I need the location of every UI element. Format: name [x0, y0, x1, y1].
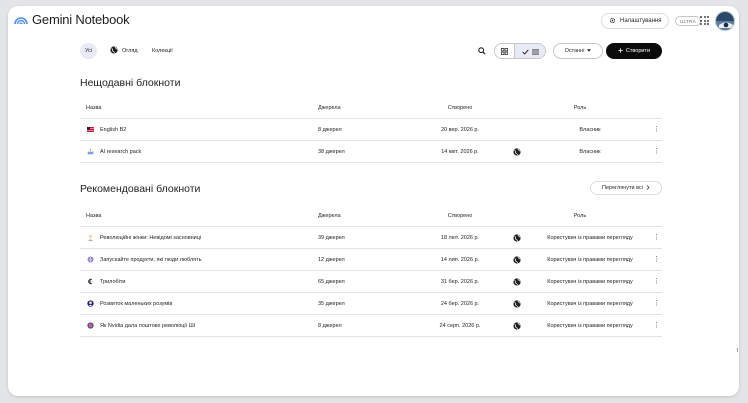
scrollbar-thumb[interactable] — [737, 348, 738, 352]
notebook-role: Користувач із правами перегляду — [547, 234, 633, 241]
notebook-sources: 12 джерел — [318, 256, 345, 263]
list-view-icon — [531, 44, 539, 58]
grid-view-button[interactable] — [495, 44, 515, 58]
more-vert-icon[interactable]: ⋮ — [653, 234, 660, 241]
notebook-role: Власник — [579, 148, 601, 155]
filter-toolbar: Усі Огляд Колекції Останні Створити — [80, 43, 662, 59]
more-vert-icon[interactable]: ⋮ — [653, 300, 660, 307]
grid-view-icon — [501, 44, 508, 58]
column-header-role[interactable]: Роль — [510, 105, 650, 111]
notebook-name: Трилобіти — [100, 278, 126, 285]
notebook-sources: 8 джерел — [318, 126, 342, 133]
table-header: Назва Джерела Створено Роль — [80, 205, 662, 227]
view-all-label: Переглянути всі — [602, 185, 643, 191]
notebook-created: 14 квіт. 2026 р. — [441, 148, 479, 155]
table-row[interactable]: Революційні жінки: Невідомі засновниці 3… — [80, 227, 662, 249]
table-row[interactable]: Як Nvidia дала поштовх революції ШІ 8 дж… — [80, 315, 662, 337]
notebook-role: Користувач із правами перегляду — [547, 256, 633, 263]
notebook-name: Розвиток маленьких розумів — [100, 300, 173, 307]
settings-button[interactable]: Налаштування — [601, 13, 670, 29]
sort-dropdown[interactable]: Останні — [553, 43, 603, 59]
create-button[interactable]: Створити — [606, 43, 662, 59]
app-window: Gemini Notebook Налаштування ULTRA Усі О… — [8, 6, 739, 396]
notebook-sources: 65 джерел — [318, 278, 345, 285]
baby-icon — [86, 300, 94, 308]
table-row[interactable]: Розвиток маленьких розумів 35 джерел 24 … — [80, 293, 662, 315]
notebook-created: 20 вер. 2026 р. — [440, 126, 480, 133]
caret-down-icon — [587, 48, 592, 54]
notebook-role: Власник — [579, 126, 601, 133]
recent-notebooks-title: Нещодавні блокноти — [80, 77, 181, 89]
coin-icon — [86, 278, 94, 286]
top-bar: Gemini Notebook Налаштування ULTRA — [8, 6, 739, 36]
sort-label: Останні — [564, 48, 585, 54]
notebook-sources: 35 джерел — [318, 300, 345, 307]
settings-label: Налаштування — [620, 18, 662, 24]
column-header-created[interactable]: Створено — [410, 213, 510, 219]
more-vert-icon[interactable]: ⋮ — [653, 148, 660, 155]
column-header-created[interactable]: Створено — [410, 105, 510, 111]
notebook-created: 18 лют. 2026 р. — [440, 234, 480, 241]
notebook-created: 24 бер. 2026 р. — [440, 300, 480, 307]
table-row[interactable]: AI research pack 38 джерел 14 квіт. 2026… — [80, 141, 662, 163]
brain-icon — [86, 256, 94, 264]
search-icon — [478, 42, 486, 60]
brand[interactable]: Gemini Notebook — [14, 12, 130, 27]
notebook-name: English B2 — [100, 126, 127, 133]
list-view-button[interactable] — [515, 44, 545, 58]
notebook-name: AI research pack — [100, 148, 142, 155]
more-vert-icon[interactable]: ⋮ — [653, 322, 660, 329]
chip-icon — [86, 322, 94, 330]
plus-icon — [618, 47, 623, 55]
cake-icon — [86, 148, 94, 156]
gear-icon — [609, 17, 616, 26]
gemini-notebook-logo-icon — [14, 15, 28, 25]
search-button[interactable] — [475, 44, 489, 58]
tab-overview-label: Огляд — [122, 48, 138, 54]
user-avatar[interactable] — [715, 11, 735, 31]
app-title: Gemini Notebook — [32, 12, 130, 27]
featured-notebooks-title: Рекомендовані блокноти — [80, 183, 201, 195]
create-label: Створити — [625, 48, 651, 54]
notebook-created: 31 бер. 2026 р. — [440, 278, 480, 285]
flag-icon — [86, 126, 94, 134]
notebook-sources: 39 джерел — [318, 234, 345, 241]
tab-all[interactable]: Усі — [80, 43, 97, 59]
tab-overview[interactable]: Огляд — [110, 43, 138, 59]
recent-notebooks-table: Назва Джерела Створено Роль English B2 8… — [80, 97, 662, 163]
column-header-sources[interactable]: Джерела — [318, 105, 341, 111]
table-row[interactable]: Запускайте продукти, які люди люблять 12… — [80, 249, 662, 271]
column-header-name[interactable]: Назва — [86, 105, 101, 111]
globe-icon — [110, 46, 118, 56]
column-header-sources[interactable]: Джерела — [318, 213, 341, 219]
table-row[interactable]: English B2 8 джерел 20 вер. 2026 р. Влас… — [80, 119, 662, 141]
tab-collections[interactable]: Колекції — [152, 43, 173, 59]
notebook-name: Революційні жінки: Невідомі засновниці — [100, 234, 202, 241]
woman-icon — [86, 234, 94, 242]
notebook-name: Як Nvidia дала поштовх революції ШІ — [100, 322, 196, 329]
notebook-sources: 8 джерел — [318, 322, 342, 329]
notebook-name: Запускайте продукти, які люди люблять — [100, 256, 202, 263]
notebook-created: 14 лип. 2026 р. — [440, 256, 480, 263]
more-vert-icon[interactable]: ⋮ — [653, 278, 660, 285]
notebook-role: Користувач із правами перегляду — [547, 300, 633, 307]
chevron-right-icon — [646, 184, 650, 192]
featured-notebooks-table: Назва Джерела Створено Роль Революційні … — [80, 205, 662, 337]
notebook-role: Користувач із правами перегляду — [547, 322, 633, 329]
view-toggle — [494, 43, 546, 59]
apps-grid-icon[interactable] — [700, 16, 709, 25]
notebook-created: 24 серп. 2026 р. — [439, 322, 481, 329]
check-icon — [521, 44, 529, 58]
notebook-role: Користувач із правами перегляду — [547, 278, 633, 285]
more-vert-icon[interactable]: ⋮ — [653, 126, 660, 133]
plan-badge: ULTRA — [675, 16, 701, 26]
view-all-button[interactable]: Переглянути всі — [590, 181, 662, 195]
table-header: Назва Джерела Створено Роль — [80, 97, 662, 119]
table-row[interactable]: Трилобіти 65 джерел 31 бер. 2026 р. Кори… — [80, 271, 662, 293]
column-header-name[interactable]: Назва — [86, 213, 101, 219]
more-vert-icon[interactable]: ⋮ — [653, 256, 660, 263]
column-header-role[interactable]: Роль — [510, 213, 650, 219]
notebook-sources: 38 джерел — [318, 148, 345, 155]
